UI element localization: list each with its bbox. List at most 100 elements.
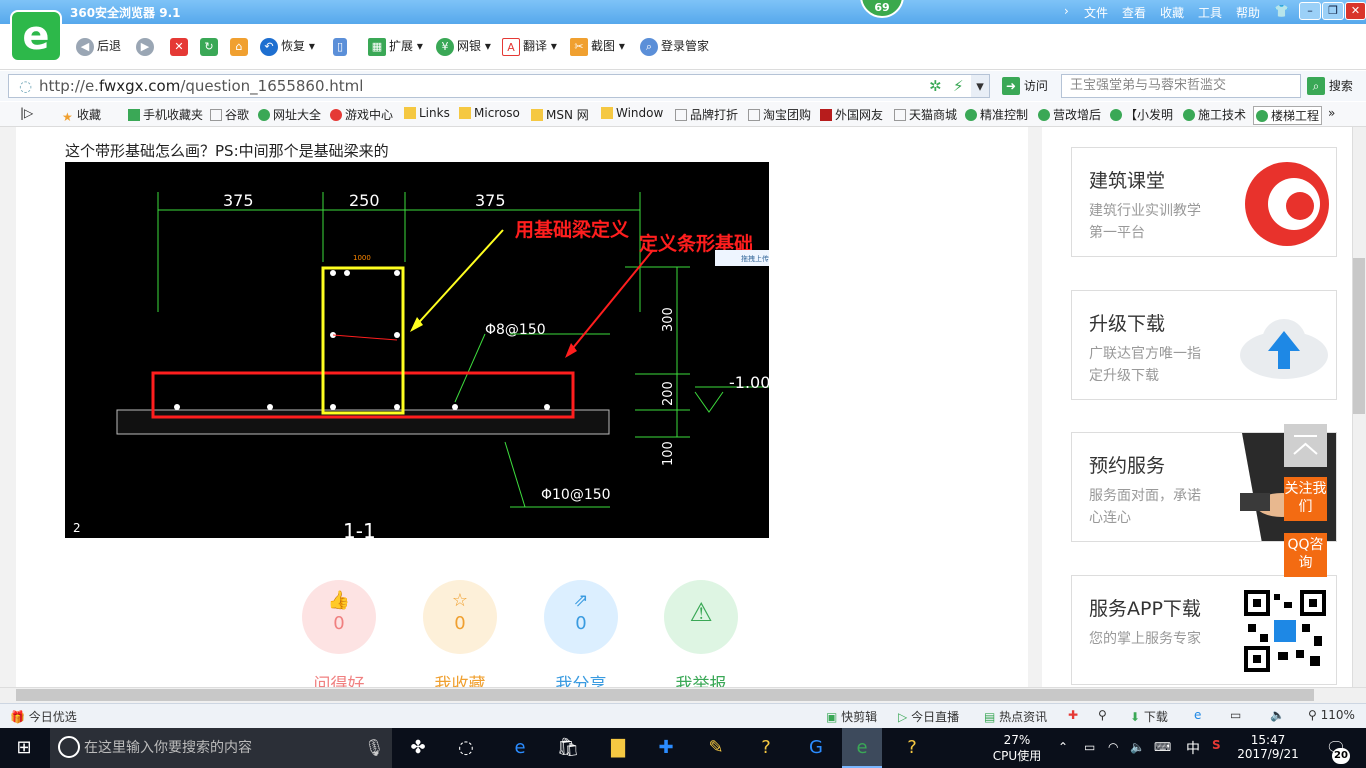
favorite-button[interactable]: ☆ 0 — [423, 580, 497, 654]
card-course[interactable]: 建筑课堂 建筑行业实训教学第一平台 — [1071, 147, 1337, 257]
fav-more-icon[interactable]: » — [1328, 106, 1335, 120]
home-button[interactable]: ⌂ — [230, 34, 251, 58]
fav-item-6[interactable]: Microso — [459, 106, 520, 120]
fav-item-9[interactable]: 品牌打折 — [675, 106, 738, 123]
help-app-icon[interactable]: ? — [746, 728, 786, 768]
fav-item-5[interactable]: Links — [404, 106, 450, 120]
fav-item-10[interactable]: 淘宝团购 — [748, 106, 811, 123]
back-button[interactable]: ◀ 后退 — [76, 34, 121, 58]
menu-file[interactable]: 文件 — [1084, 4, 1108, 21]
stop-button[interactable]: ✕ — [170, 34, 191, 58]
upload-chip[interactable]: 拖拽上传 — [741, 254, 769, 263]
qq-consult-button[interactable]: QQ咨询 — [1284, 533, 1327, 577]
menu-favorites[interactable]: 收藏 — [1160, 4, 1184, 21]
volume-icon[interactable]: 🔈 — [1270, 708, 1285, 722]
fav-item-17[interactable]: 楼梯工程 — [1253, 106, 1323, 125]
translate-button[interactable]: A 翻译 ▾ — [502, 34, 557, 58]
horizontal-scroll-thumb[interactable] — [16, 689, 1314, 701]
taskbar-app-1-icon[interactable]: ✤ — [398, 728, 438, 768]
screenshot-button[interactable]: ✂ 截图 ▾ — [570, 34, 625, 58]
cortana-icon[interactable] — [58, 736, 80, 758]
vertical-scroll-thumb[interactable] — [1353, 258, 1365, 414]
cpu-usage[interactable]: 27% CPU使用 — [990, 733, 1044, 764]
microphone-icon[interactable]: 🎙 — [364, 738, 384, 757]
status-item-live[interactable]: ▷ 今日直播 — [898, 708, 959, 725]
wifi-icon[interactable]: ◠ — [1108, 740, 1118, 754]
card-app[interactable]: 服务APP下载 您的掌上服务专家 — [1071, 575, 1337, 685]
zoom-level[interactable]: ⚲ 110% — [1308, 708, 1355, 722]
fav-item-0[interactable]: ★ 收藏 — [62, 106, 101, 124]
menu-tools[interactable]: 工具 — [1198, 4, 1222, 21]
status-item-news[interactable]: ▤ 热点资讯 — [984, 708, 1047, 725]
pin-icon[interactable]: ⚲ — [1098, 708, 1107, 722]
tray-expand-icon[interactable]: ⌃ — [1058, 740, 1068, 754]
file-explorer-icon[interactable]: ▇ — [598, 728, 638, 768]
menu-view[interactable]: 查看 — [1122, 4, 1146, 21]
sidebar-toggle-icon[interactable]: |▷ — [20, 106, 33, 120]
card-course-sub: 建筑行业实训教学第一平台 — [1089, 203, 1201, 241]
maximize-button[interactable]: ❐ — [1322, 2, 1344, 20]
follow-us-button[interactable]: 关注我们 — [1284, 477, 1327, 521]
status-item-download[interactable]: ⬇ 下载 — [1130, 708, 1168, 725]
refresh-button[interactable]: ↻ — [200, 34, 221, 58]
phone-button[interactable]: ▯ — [333, 34, 350, 58]
menu-help[interactable]: 帮助 — [1236, 4, 1260, 21]
battery-icon[interactable]: ▭ — [1084, 740, 1095, 754]
card-download[interactable]: 升级下载 广联达官方唯一指定升级下载 — [1071, 290, 1337, 400]
go-button[interactable]: ➜ 访问 — [1002, 76, 1048, 96]
close-button[interactable]: ✕ — [1345, 2, 1366, 20]
fav-item-14[interactable]: 营改增后 — [1038, 106, 1101, 123]
netbank-button[interactable]: ¥ 网银 ▾ — [436, 34, 491, 58]
keyboard-icon[interactable]: ⌨ — [1154, 740, 1171, 754]
status-item-clip[interactable]: ▣ 快剪辑 — [826, 708, 877, 725]
fav-item-11[interactable]: 外国网友 — [820, 106, 883, 123]
fav-item-4[interactable]: 游戏中心 — [330, 106, 393, 123]
help-app-2-icon[interactable]: ? — [892, 728, 932, 768]
fav-item-2[interactable]: 谷歌 — [210, 106, 249, 123]
taskbar-search-input[interactable]: 在这里输入你要搜索的内容 — [50, 728, 392, 768]
skin-icon[interactable]: 👕 — [1274, 4, 1289, 18]
url-domain: fwxgx.com — [98, 77, 181, 95]
window-icon[interactable]: ▭ — [1230, 708, 1241, 722]
fav-item-1[interactable]: 手机收藏夹 — [128, 106, 203, 123]
restore-button[interactable]: ↶ 恢复 ▾ — [260, 34, 315, 58]
health-icon[interactable]: ✚ — [1068, 708, 1078, 722]
fav-item-8[interactable]: Window — [601, 106, 663, 120]
dropdown-icon[interactable]: ▾ — [971, 75, 989, 97]
minimize-button[interactable]: – — [1299, 2, 1321, 20]
share-button[interactable]: ⇗ 0 — [544, 580, 618, 654]
back-to-top-button[interactable] — [1284, 424, 1327, 467]
fav-item-3[interactable]: 网址大全 — [258, 106, 321, 123]
ime-indicator[interactable]: 中 — [1186, 738, 1200, 758]
ie-icon[interactable]: e — [1194, 708, 1201, 722]
taskbar-app-plus-icon[interactable]: ✚ — [646, 728, 686, 768]
search-input[interactable]: 王宝强堂弟与马蓉宋哲滥交 — [1061, 74, 1301, 98]
card-download-sub: 广联达官方唯一指定升级下载 — [1089, 346, 1201, 384]
fast-mode-icon[interactable]: ⚡ — [953, 75, 964, 97]
like-button[interactable]: 👍 0 — [302, 580, 376, 654]
edge-browser-icon[interactable]: e — [500, 728, 540, 768]
fav-item-7[interactable]: MSN 网 — [531, 106, 589, 123]
fav-item-12[interactable]: 天猫商城 — [894, 106, 957, 123]
today-picks[interactable]: 🎁 今日优选 — [10, 708, 77, 725]
browser-360-icon[interactable]: e — [842, 728, 882, 768]
speaker-icon[interactable]: 🔈 — [1130, 740, 1145, 754]
clock[interactable]: 15:47 2017/9/21 — [1236, 733, 1300, 761]
extend-button[interactable]: ▦ 扩展 ▾ — [368, 34, 423, 58]
fav-label-7: MSN 网 — [546, 108, 589, 122]
report-button[interactable]: ⚠ — [664, 580, 738, 654]
search-button[interactable]: ⌕ 搜索 — [1307, 76, 1353, 96]
fav-item-15[interactable]: 【小发明 — [1110, 106, 1173, 123]
fav-item-13[interactable]: 精准控制 — [965, 106, 1028, 123]
login-button[interactable]: ⌕ 登录管家 — [640, 34, 709, 58]
taskbar-app-2-icon[interactable]: ◌ — [446, 728, 486, 768]
notes-icon[interactable]: ✎ — [696, 728, 736, 768]
store-icon[interactable]: 🛍 — [548, 728, 588, 768]
fav-item-16[interactable]: 施工技术 — [1183, 106, 1246, 123]
forward-button[interactable]: ▶ — [136, 34, 157, 58]
windows-start-icon[interactable]: ⊞ — [4, 728, 44, 768]
address-bar[interactable]: ◌ http://e.fwxgx.com/question_1655860.ht… — [8, 74, 990, 98]
menu-chevron-icon[interactable]: › — [1064, 4, 1069, 18]
sogou-icon[interactable]: S — [1212, 738, 1221, 752]
taskbar-app-g-icon[interactable]: G — [796, 728, 836, 768]
